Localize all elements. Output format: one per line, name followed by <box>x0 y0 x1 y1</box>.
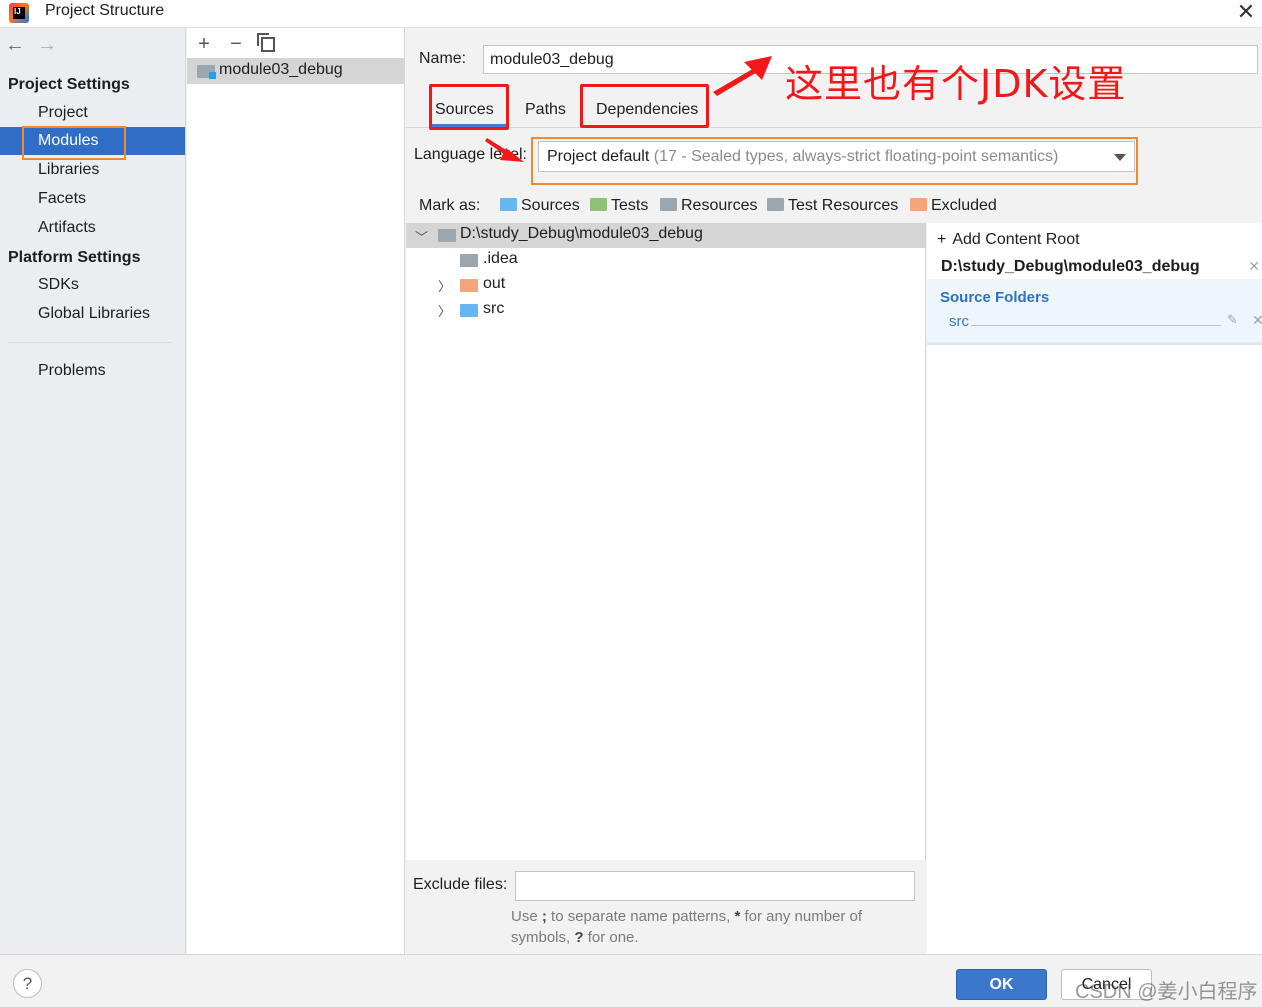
module-item[interactable]: module03_debug <box>187 58 404 84</box>
mark-as-tests-label: Tests <box>611 197 649 214</box>
annotation-text: 这里也有个JDK设置 <box>785 62 1127 106</box>
mark-as-sources-label: Sources <box>521 197 580 214</box>
exclude-files-hint: Use ; to separate name patterns, * for a… <box>511 908 863 946</box>
name-label: Name: <box>419 50 467 67</box>
excluded-folder-icon <box>460 279 478 292</box>
mark-as-sources-button[interactable]: Sources <box>500 197 580 215</box>
tree-row-idea[interactable]: .idea <box>406 248 926 273</box>
chevron-down-icon[interactable]: ﹀ <box>415 227 428 246</box>
folder-tree: ﹀ D:\study_Debug\module03_debug .idea 〉 … <box>406 223 926 860</box>
folder-icon <box>438 229 456 242</box>
module-settings-panel: Name: Sources Paths Dependencies Languag… <box>406 28 1262 954</box>
tree-label-root: D:\study_Debug\module03_debug <box>460 225 703 242</box>
tree-label-src: src <box>483 300 505 317</box>
sidebar-item-modules[interactable]: Modules <box>0 127 185 155</box>
window-title: Project Structure <box>45 2 165 19</box>
source-folders-label: Source Folders <box>940 289 1050 306</box>
watermark: CSDN @姜小白程序 <box>1075 981 1258 1003</box>
exclude-files-label: Exclude files: <box>413 876 508 893</box>
sidebar-divider <box>8 342 172 343</box>
remove-icon[interactable]: − <box>226 34 246 54</box>
mark-as-test-resources-button[interactable]: Test Resources <box>767 197 898 215</box>
title-bar: IJ Project Structure ✕ <box>0 0 1262 28</box>
mark-as-excluded-button[interactable]: Excluded <box>910 197 997 215</box>
language-level-dropdown[interactable]: Project default (17 - Sealed types, alwa… <box>538 141 1135 172</box>
tree-row-src[interactable]: 〉 src <box>406 298 926 323</box>
chevron-down-icon <box>1114 154 1126 161</box>
forward-arrow-icon[interactable]: → <box>37 34 57 57</box>
mark-as-tests-button[interactable]: Tests <box>590 197 648 215</box>
remove-source-folder-icon[interactable]: ✕ <box>1252 312 1262 329</box>
sidebar-item-facets[interactable]: Facets <box>0 185 185 213</box>
back-arrow-icon[interactable]: ← <box>5 34 25 57</box>
language-level-value: Project default <box>547 148 650 165</box>
tree-label-out: out <box>483 275 506 292</box>
ok-button[interactable]: OK <box>956 969 1047 1000</box>
dialog-button-bar: ? OK Cancel CSDN @姜小白程序 <box>0 954 1262 1007</box>
excluded-folder-icon <box>910 198 927 211</box>
language-level-hint: (17 - Sealed types, always-strict floati… <box>653 148 1059 165</box>
module-list-panel: + − module03_debug <box>187 28 405 954</box>
tree-row-root[interactable]: ﹀ D:\study_Debug\module03_debug <box>406 223 926 248</box>
mark-as-resources-button[interactable]: Resources <box>660 197 757 215</box>
tab-dependencies[interactable]: Dependencies <box>596 101 698 119</box>
sidebar-item-problems[interactable]: Problems <box>0 357 185 385</box>
sources-folder-icon <box>460 304 478 317</box>
close-icon[interactable]: ✕ <box>1234 0 1258 24</box>
folder-icon <box>460 254 478 267</box>
tab-sources[interactable]: Sources <box>435 101 494 119</box>
content-root-panel: + Add Content Root D:\study_Debug\module0… <box>927 223 1262 954</box>
sources-folder-icon <box>500 198 517 211</box>
sidebar-item-project[interactable]: Project <box>0 99 185 127</box>
tests-folder-icon <box>590 198 607 211</box>
mark-as-label: Mark as: <box>419 197 481 214</box>
tree-label-idea: .idea <box>483 250 518 267</box>
chevron-right-icon[interactable]: 〉 <box>438 301 451 320</box>
sidebar-item-global-libraries[interactable]: Global Libraries <box>0 300 185 328</box>
resources-folder-icon <box>660 198 677 211</box>
source-folders-box: Source Folders src ✎ ✕ <box>927 279 1262 345</box>
module-item-label: module03_debug <box>219 61 343 78</box>
project-settings-header: Project Settings <box>8 76 130 93</box>
add-content-root-label: Add Content Root <box>952 231 1080 248</box>
mark-as-excluded-label: Excluded <box>931 197 997 214</box>
sidebar-item-sdks[interactable]: SDKs <box>0 271 185 299</box>
tab-paths[interactable]: Paths <box>525 101 566 119</box>
chevron-right-icon[interactable]: 〉 <box>438 276 451 295</box>
help-button[interactable]: ? <box>13 969 42 998</box>
settings-sidebar: ← → Project Settings Project Modules Lib… <box>0 28 186 954</box>
tabs-divider <box>406 127 1262 128</box>
remove-content-root-icon[interactable]: ✕ <box>1248 258 1260 275</box>
exclude-files-input[interactable] <box>515 871 915 901</box>
pencil-icon[interactable]: ✎ <box>1227 312 1238 328</box>
plus-icon: + <box>937 231 947 248</box>
content-root-path: D:\study_Debug\module03_debug <box>941 258 1200 275</box>
platform-settings-header: Platform Settings <box>8 249 141 266</box>
sidebar-item-artifacts[interactable]: Artifacts <box>0 214 185 242</box>
add-icon[interactable]: + <box>194 34 214 54</box>
module-folder-icon <box>197 65 216 79</box>
test-resources-folder-icon <box>767 198 784 211</box>
source-folder-divider <box>971 325 1221 326</box>
mark-as-test-resources-label: Test Resources <box>788 197 899 214</box>
intellij-logo-icon: IJ <box>9 3 29 23</box>
language-level-label: Language level: <box>414 146 527 163</box>
tree-row-out[interactable]: 〉 out <box>406 273 926 298</box>
sidebar-item-libraries[interactable]: Libraries <box>0 156 185 184</box>
mark-as-resources-label: Resources <box>681 197 758 214</box>
add-content-root-button[interactable]: + Add Content Root <box>937 231 1080 249</box>
copy-icon[interactable] <box>257 33 275 52</box>
source-folder-item[interactable]: src <box>949 313 969 330</box>
